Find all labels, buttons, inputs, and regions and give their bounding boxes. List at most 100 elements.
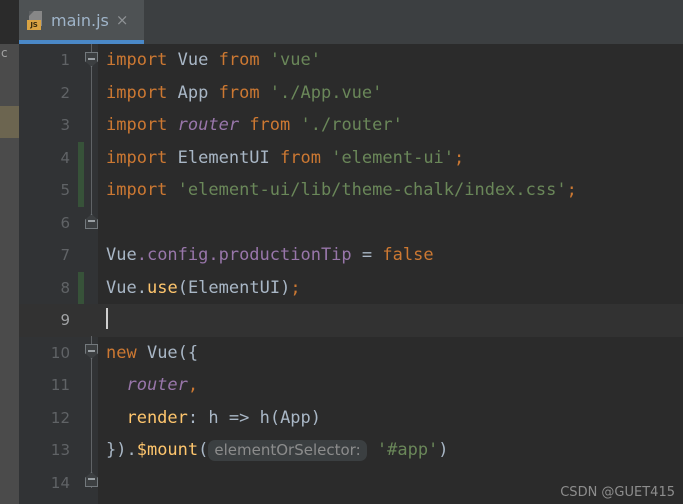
code-line-13[interactable]: }).$mount(elementOrSelector: '#app') (98, 434, 683, 467)
line-number: 1 (60, 51, 70, 69)
token-argument: App (280, 407, 311, 428)
vcs-change-marker[interactable] (78, 141, 84, 207)
close-icon[interactable]: × (116, 12, 129, 28)
ide-editor-window: JS main.js × c 1 2 3 4 5 6 7 8 9 10 11 1… (0, 0, 683, 504)
token-keyword: import (106, 147, 168, 168)
line-number: 12 (50, 408, 70, 427)
code-line-4[interactable]: import ElementUI from 'element-ui'; (98, 142, 683, 175)
vcs-change-marker[interactable] (78, 271, 84, 304)
token-argument: ElementUI (187, 277, 281, 298)
line-number: 14 (50, 473, 70, 492)
token-paren: ( (177, 277, 188, 298)
token-string: 'vue' (259, 50, 321, 70)
token-semicolon: ; (454, 147, 465, 168)
token-function: use (146, 277, 178, 298)
code-editor-area[interactable]: import Vue from 'vue' import App from '.… (98, 44, 683, 504)
token-function: $mount (136, 440, 199, 460)
line-number: 3 (60, 116, 70, 134)
fold-collapse-icon[interactable] (85, 52, 98, 67)
token-parameter: h (208, 407, 219, 428)
fold-expand-icon[interactable] (85, 472, 98, 487)
token-paren: ( (198, 440, 209, 460)
code-line-2[interactable]: import App from './App.vue' (98, 77, 683, 110)
tool-window-strip[interactable]: c (0, 44, 19, 504)
token-class: ElementUI (167, 147, 281, 168)
code-line-3[interactable]: import router from './router' (98, 109, 683, 142)
code-line-12[interactable]: render: h => h(App) (98, 402, 683, 435)
gutter-row: 5 (19, 174, 98, 207)
line-number: 13 (50, 441, 70, 459)
token-string: '#app' (366, 440, 439, 460)
editor-tab-bar: JS main.js × (0, 0, 683, 44)
line-number: 8 (60, 278, 70, 297)
watermark-label: CSDN @GUET415 (560, 485, 675, 500)
gutter-row: 12 (19, 402, 98, 435)
code-line-7[interactable]: Vue.config.productionTip = false (98, 239, 683, 272)
editor-tab-label: main.js (51, 10, 109, 30)
token-dot: . (136, 277, 147, 298)
fold-collapse-icon[interactable] (85, 344, 98, 359)
gutter-row: 11 (19, 369, 98, 402)
token-class: Vue (106, 245, 137, 265)
token-semicolon: ; (566, 180, 577, 200)
strip-glyph: c (1, 46, 8, 60)
tab-bar-left-stub (0, 0, 19, 44)
line-number: 10 (50, 343, 70, 362)
editor-tab-main-js[interactable]: JS main.js × (19, 0, 144, 40)
token-comma: , (187, 375, 199, 395)
gutter-row: 4 (19, 142, 98, 175)
token-paren: ) (310, 407, 322, 428)
line-number: 2 (60, 83, 70, 102)
token-keyword: from (218, 82, 260, 103)
fold-expand-icon[interactable] (85, 214, 98, 229)
token-punctuation: }). (106, 440, 137, 460)
token-keyword: import (106, 180, 168, 200)
token-punctuation: : (187, 407, 209, 428)
line-number: 11 (50, 376, 70, 394)
gutter-row: 3 (19, 109, 98, 142)
code-line-9[interactable] (98, 304, 683, 337)
token-function: render (106, 407, 188, 428)
token-paren: ) (280, 277, 291, 298)
line-number: 4 (60, 148, 70, 167)
strip-selection-marker (0, 106, 19, 138)
code-line-1[interactable]: import Vue from 'vue' (98, 44, 683, 77)
gutter-row: 7 (19, 239, 98, 272)
line-number: 7 (60, 246, 70, 264)
code-line-8[interactable]: Vue.use(ElementUI); (98, 272, 683, 305)
token-keyword: import (106, 115, 168, 135)
token-field: router (106, 375, 188, 395)
code-line-11[interactable]: router, (98, 369, 683, 402)
gutter-row: 8 (19, 272, 98, 305)
token-string: './App.vue' (259, 82, 383, 103)
token-keyword: from (218, 50, 260, 70)
token-string: './router' (290, 115, 403, 135)
token-operator: = (351, 245, 383, 265)
editor-gutter[interactable]: 1 2 3 4 5 6 7 8 9 10 11 12 13 14 (19, 44, 98, 504)
code-line-5[interactable]: import 'element-ui/lib/theme-chalk/index… (98, 174, 683, 207)
token-keyword: new (106, 342, 137, 363)
token-call: h( (259, 407, 281, 428)
token-field: .config.productionTip (136, 245, 352, 265)
javascript-file-icon: JS (27, 10, 44, 30)
line-number: 9 (60, 311, 70, 329)
token-keyword: import (106, 50, 168, 70)
token-field: router (167, 115, 250, 135)
token-paren: ) (438, 440, 449, 460)
token-string: 'element-ui/lib/theme-chalk/index.css' (167, 180, 567, 200)
token-class: App (167, 82, 219, 103)
token-semicolon: ; (290, 277, 301, 298)
gutter-row-current: 9 (19, 304, 98, 337)
token-class: Vue (106, 277, 137, 298)
line-number: 5 (60, 181, 70, 199)
code-line-10[interactable]: new Vue({ (98, 337, 683, 370)
gutter-row: 2 (19, 77, 98, 110)
parameter-name-hint: elementOrSelector: (208, 440, 367, 461)
token-keyword: from (249, 115, 291, 135)
token-keyword: import (106, 82, 168, 103)
token-string: 'element-ui' (320, 147, 455, 168)
line-number: 6 (60, 213, 70, 232)
code-line-6[interactable] (98, 207, 683, 240)
code-fold-guide (91, 44, 92, 219)
token-punctuation: ({ (177, 342, 199, 363)
